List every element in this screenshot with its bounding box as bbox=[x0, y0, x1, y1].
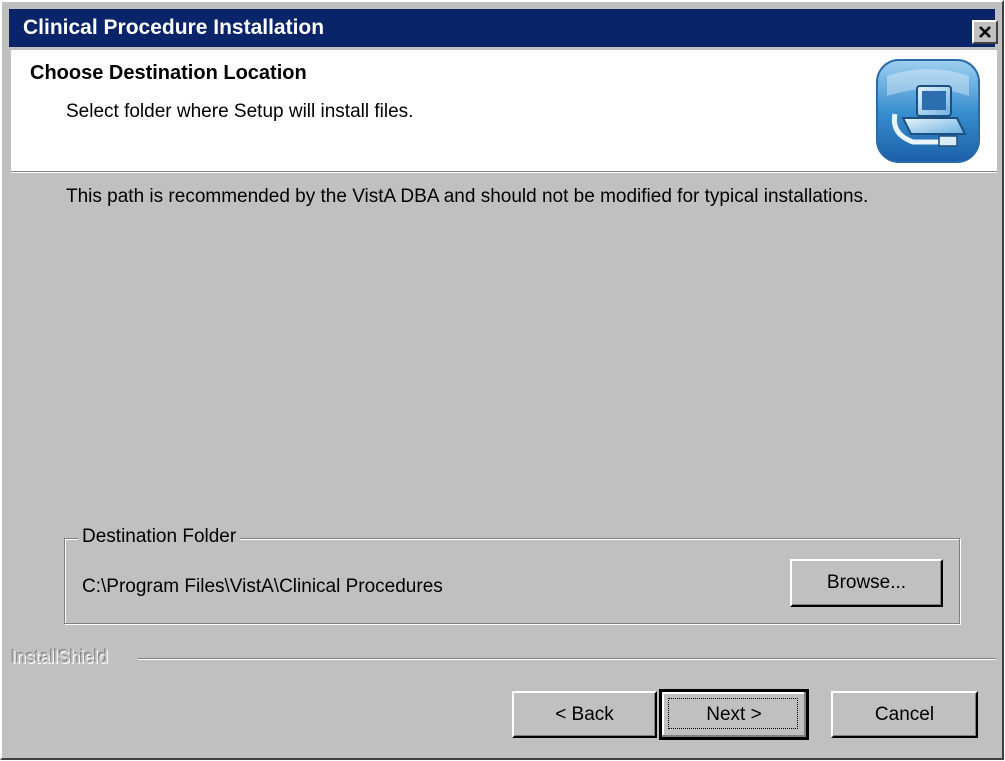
header-divider-highlight bbox=[11, 172, 997, 173]
window-title: Clinical Procedure Installation bbox=[23, 16, 325, 39]
cancel-button[interactable]: Cancel bbox=[831, 691, 978, 738]
close-button[interactable] bbox=[972, 20, 998, 44]
back-button[interactable]: < Back bbox=[512, 691, 657, 738]
back-button-label: < Back bbox=[555, 703, 614, 725]
destination-path: C:\Program Files\VistA\Clinical Procedur… bbox=[82, 576, 443, 597]
recommendation-text: This path is recommended by the VistA DB… bbox=[66, 186, 869, 207]
next-button[interactable]: Next > bbox=[659, 689, 809, 740]
destination-folder-label: Destination Folder bbox=[78, 526, 241, 548]
header-panel: Choose Destination Location Select folde… bbox=[11, 50, 997, 171]
setup-dialog: Clinical Procedure Installation Choose D… bbox=[0, 0, 1004, 760]
close-icon bbox=[979, 26, 991, 38]
title-bar[interactable]: Clinical Procedure Installation bbox=[9, 9, 998, 47]
browse-button[interactable]: Browse... bbox=[790, 559, 943, 607]
page-heading: Choose Destination Location bbox=[30, 62, 307, 84]
page-subheading: Select folder where Setup will install f… bbox=[66, 101, 414, 122]
computer-setup-icon bbox=[876, 59, 980, 163]
footer-divider-highlight bbox=[138, 659, 996, 660]
installshield-brand: InstallShield bbox=[11, 647, 109, 667]
browse-button-label: Browse... bbox=[826, 572, 907, 593]
next-button-label: Next > bbox=[706, 703, 762, 725]
cancel-button-label: Cancel bbox=[874, 703, 935, 725]
